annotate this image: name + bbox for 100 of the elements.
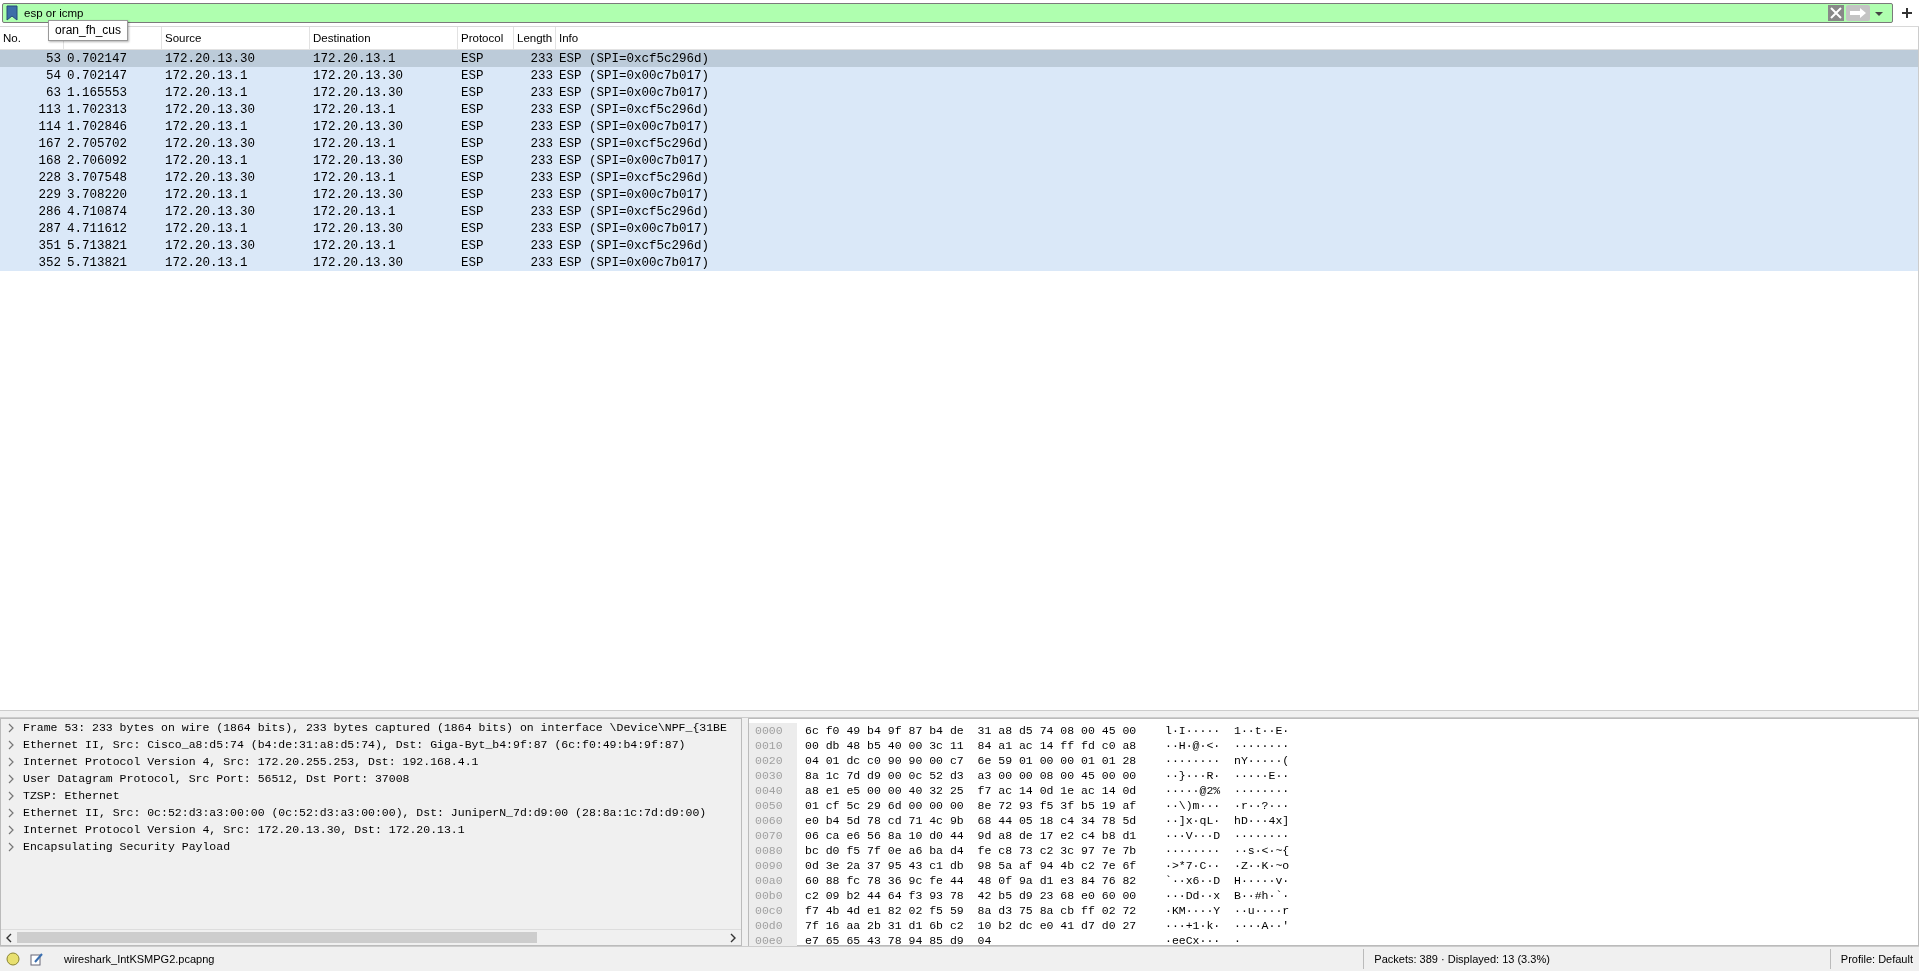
tree-item[interactable]: User Datagram Protocol, Src Port: 56512, Dst Port: 37008: [1, 770, 741, 787]
column-header[interactable]: Destination: [313, 32, 371, 44]
hex-bytes: 60 88 fc 78 36 9c fe 44 48 0f 9a d1 e3 84 76 82: [804, 874, 1138, 887]
hex-bytes: 0d 3e 2a 37 95 43 c1 db 98 5a af 94 4b c2 7e 6f: [804, 859, 1138, 872]
hex-bytes: c2 09 b2 44 64 f3 93 78 42 b5 d9 23 68 e0 60 00: [804, 889, 1138, 902]
tree-item[interactable]: Internet Protocol Version 4, Src: 172.20.13.30, Dst: 172.20.13.1: [1, 821, 741, 838]
packet-row[interactable]: 351 5.713821 172.20.13.30 172.20.13.1 ESP 233 ESP (SPI=0xcf5c296d): [0, 237, 1918, 254]
packet-row[interactable]: 228 3.707548 172.20.13.30 172.20.13.1 ESP 233 ESP (SPI=0xcf5c296d): [0, 169, 1918, 186]
chevron-icon[interactable]: [7, 756, 15, 767]
table-cell: 167: [38, 136, 61, 151]
packet-row[interactable]: 63 1.165553 172.20.13.1 172.20.13.30 ESP 233 ESP (SPI=0x00c7b017): [0, 84, 1918, 101]
clear-icon[interactable]: [1828, 5, 1844, 21]
ascii-bytes: ··\)m··· ·r··?···: [1165, 799, 1290, 812]
packet-row[interactable]: 229 3.708220 172.20.13.1 172.20.13.30 ESP 233 ESP (SPI=0x00c7b017): [0, 186, 1918, 203]
table-cell: 172.20.13.1: [313, 170, 396, 185]
column-header[interactable]: Source: [165, 32, 202, 44]
edit-note-icon[interactable]: [30, 952, 44, 966]
hex-bytes: e7 65 65 43 78 94 85 d9 04: [804, 934, 993, 947]
ascii-bytes: ·KM····Y ··u····r: [1165, 904, 1290, 917]
chevron-icon[interactable]: [7, 790, 15, 801]
table-cell: 172.20.13.30: [313, 85, 403, 100]
chevron-icon[interactable]: [7, 824, 15, 835]
packet-row[interactable]: 286 4.710874 172.20.13.30 172.20.13.1 ESP 233 ESP (SPI=0xcf5c296d): [0, 203, 1918, 220]
table-cell: 172.20.13.30: [313, 68, 403, 83]
chevron-icon[interactable]: [7, 739, 15, 750]
table-cell: 172.20.13.1: [165, 153, 248, 168]
packet-row[interactable]: 54 0.702147 172.20.13.1 172.20.13.30 ESP 233 ESP (SPI=0x00c7b017): [0, 67, 1918, 84]
table-cell: ESP: [461, 68, 484, 83]
packet-row[interactable]: 352 5.713821 172.20.13.1 172.20.13.30 ESP 233 ESP (SPI=0x00c7b017): [0, 254, 1918, 271]
table-cell: 2.705702: [67, 136, 127, 151]
column-header[interactable]: Info: [559, 32, 579, 44]
table-cell: 1.702846: [67, 119, 127, 134]
tree-item[interactable]: Encapsulating Security Payload: [1, 838, 741, 855]
scroll-left-icon[interactable]: [5, 932, 13, 943]
ascii-bytes: ···V···D ········: [1165, 829, 1290, 842]
table-cell: ESP: [461, 119, 484, 134]
ascii-bytes: ········ nY·····(: [1165, 754, 1290, 767]
table-cell: 286: [38, 204, 61, 219]
table-cell: ESP (SPI=0x00c7b017): [559, 153, 710, 168]
ascii-bytes: ·eeCx··· ·: [1165, 934, 1241, 947]
tree-item[interactable]: Ethernet II, Src: Cisco_a8:d5:74 (b4:de:31:a8:d5:74), Dst: Giga-Byt_b4:9f:87 (6c:f0:49:b4:9f:87): [1, 736, 741, 753]
scroll-right-icon[interactable]: [729, 932, 737, 943]
byte-offset: 0090: [749, 858, 797, 873]
table-cell: 233: [530, 85, 553, 100]
table-cell: 233: [530, 51, 553, 66]
byte-offset: 0030: [749, 768, 797, 783]
byte-offset: 00b0: [749, 888, 797, 903]
table-cell: ESP (SPI=0x00c7b017): [559, 255, 710, 270]
ascii-bytes: l·I····· 1··t··E·: [1165, 724, 1290, 737]
chevron-icon[interactable]: [7, 841, 15, 852]
byte-offset: 00c0: [749, 903, 797, 918]
table-cell: ESP: [461, 51, 484, 66]
table-cell: ESP: [461, 255, 484, 270]
table-cell: 172.20.13.1: [313, 136, 396, 151]
column-header[interactable]: Length: [517, 32, 553, 44]
table-cell: 114: [38, 119, 61, 134]
table-cell: 2.706092: [67, 153, 127, 168]
table-cell: 172.20.13.1: [165, 255, 248, 270]
hex-bytes: e0 b4 5d 78 cd 71 4c 9b 68 44 05 18 c4 34 78 5d: [804, 814, 1138, 827]
table-cell: 172.20.13.30: [313, 187, 403, 202]
byte-offset: 0000: [749, 723, 797, 738]
status-circle-icon[interactable]: [6, 952, 20, 966]
chevron-icon[interactable]: [7, 773, 15, 784]
profile-label[interactable]: Profile: Default: [1829, 949, 1913, 969]
table-cell: ESP (SPI=0xcf5c296d): [559, 238, 710, 253]
add-button-icon[interactable]: [1901, 7, 1913, 19]
tree-item[interactable]: TZSP: Ethernet: [1, 787, 741, 804]
packet-row[interactable]: 53 0.702147 172.20.13.30 172.20.13.1 ESP 233 ESP (SPI=0xcf5c296d): [0, 50, 1918, 67]
packet-row[interactable]: 287 4.711612 172.20.13.1 172.20.13.30 ESP 233 ESP (SPI=0x00c7b017): [0, 220, 1918, 237]
tree-item[interactable]: Internet Protocol Version 4, Src: 172.20.255.253, Dst: 192.168.4.1: [1, 753, 741, 770]
table-cell: 5.713821: [67, 255, 127, 270]
tree-item[interactable]: Frame 53: 233 bytes on wire (1864 bits), 233 bytes captured (1864 bits) on interface \Device\NPF_{31BE: [1, 719, 741, 736]
bookmark-icon[interactable]: [6, 5, 18, 21]
table-cell: 172.20.13.1: [165, 221, 248, 236]
ascii-bytes: ··}···R· ·····E··: [1165, 769, 1290, 782]
table-cell: 113: [38, 102, 61, 117]
table-cell: 228: [38, 170, 61, 185]
packet-row[interactable]: 114 1.702846 172.20.13.1 172.20.13.30 ESP 233 ESP (SPI=0x00c7b017): [0, 118, 1918, 135]
table-cell: 172.20.13.30: [165, 136, 255, 151]
packet-row[interactable]: 113 1.702313 172.20.13.30 172.20.13.1 ESP 233 ESP (SPI=0xcf5c296d): [0, 101, 1918, 118]
table-cell: 4.711612: [67, 221, 127, 236]
ascii-bytes: `··x6··D H·····v·: [1165, 874, 1290, 887]
tree-item[interactable]: Ethernet II, Src: 0c:52:d3:a3:00:00 (0c:52:d3:a3:00:00), Dst: JuniperN_7d:d9:00 (28:8a:1c:7d:d9:00): [1, 804, 741, 821]
table-cell: 1.165553: [67, 85, 127, 100]
table-cell: 233: [530, 136, 553, 151]
display-filter-field[interactable]: esp or icmp: [2, 3, 1893, 23]
horizontal-scrollbar[interactable]: [1, 929, 741, 945]
autocomplete-suggestion[interactable]: oran_fh_cus: [48, 20, 129, 41]
packet-row[interactable]: 167 2.705702 172.20.13.30 172.20.13.1 ESP 233 ESP (SPI=0xcf5c296d): [0, 135, 1918, 152]
table-cell: 3.708220: [67, 187, 127, 202]
table-cell: 172.20.13.1: [165, 85, 248, 100]
column-header[interactable]: No.: [3, 32, 21, 44]
table-cell: 233: [530, 102, 553, 117]
table-cell: 352: [38, 255, 61, 270]
capture-file-name: wireshark_IntKSMPG2.pcapng: [64, 953, 215, 965]
chevron-icon[interactable]: [7, 722, 15, 733]
packet-row[interactable]: 168 2.706092 172.20.13.1 172.20.13.30 ESP 233 ESP (SPI=0x00c7b017): [0, 152, 1918, 169]
column-header[interactable]: Protocol: [461, 32, 504, 44]
chevron-icon[interactable]: [7, 807, 15, 818]
byte-offset: 0080: [749, 843, 797, 858]
